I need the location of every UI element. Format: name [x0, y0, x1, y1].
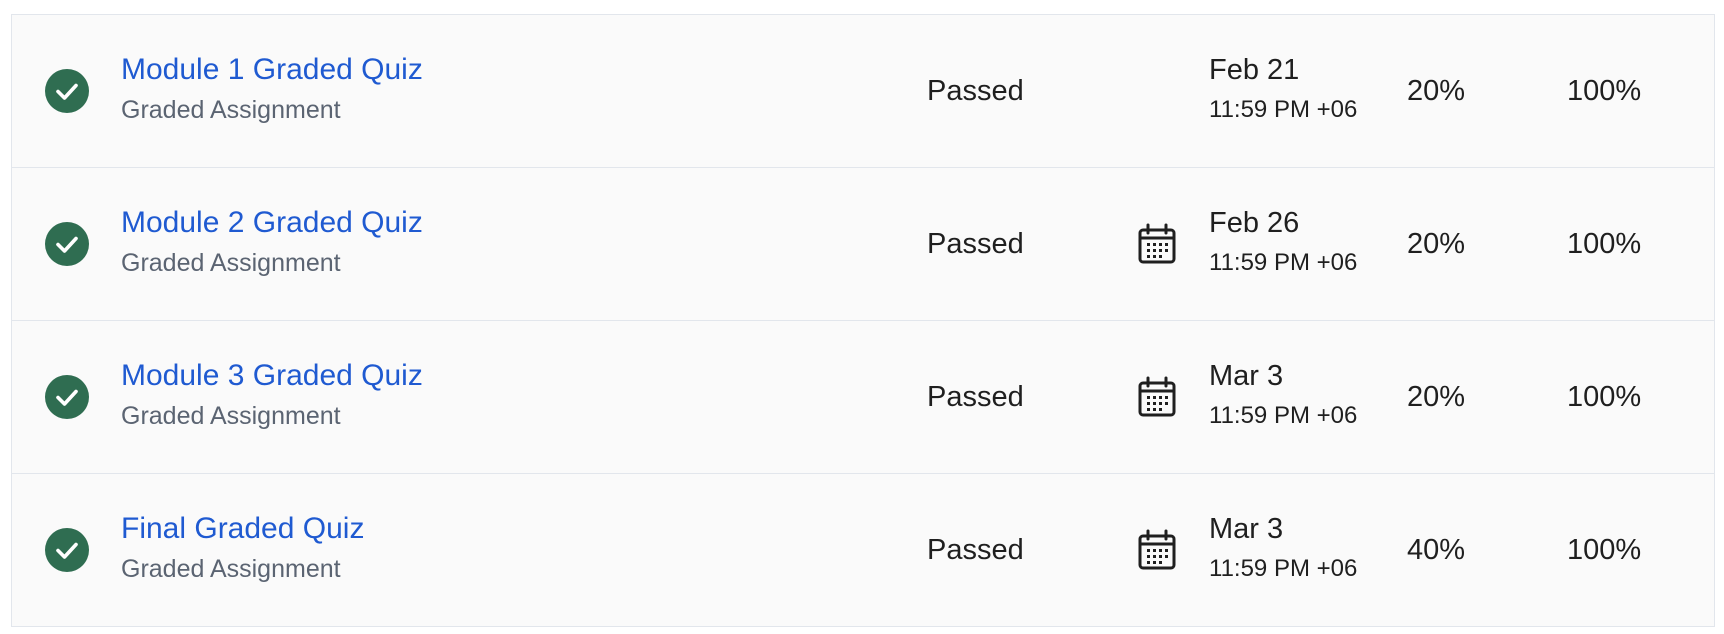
- status-label: Passed: [927, 228, 1024, 260]
- assignment-type-label: Graded Assignment: [121, 402, 341, 430]
- table-row: Final Graded Quiz Graded Assignment Pass…: [12, 474, 1714, 627]
- due-date: Mar 3: [1209, 360, 1284, 392]
- grade-value: 100%: [1567, 75, 1642, 107]
- weight-value: 20%: [1407, 381, 1466, 413]
- due-date-cell: Feb 26 11:59 PM +06: [1209, 204, 1357, 279]
- due-time: 11:59 PM +06: [1209, 249, 1358, 276]
- table-row: Module 1 Graded Quiz Graded Assignment P…: [12, 15, 1714, 168]
- weight-value: 40%: [1407, 534, 1466, 566]
- assignment-title-cell: Module 1 Graded Quiz Graded Assignment: [121, 51, 423, 126]
- weight-value: 20%: [1407, 228, 1466, 260]
- due-date-cell: Mar 3 11:59 PM +06: [1209, 357, 1357, 432]
- status-label: Passed: [927, 75, 1024, 107]
- assignment-title-link[interactable]: Module 2 Graded Quiz: [121, 204, 423, 242]
- assignment-type-label: Graded Assignment: [121, 96, 341, 124]
- assignment-title-link[interactable]: Module 3 Graded Quiz: [121, 357, 423, 395]
- assignment-title-cell: Final Graded Quiz Graded Assignment: [121, 510, 364, 585]
- due-time: 11:59 PM +06: [1209, 402, 1358, 429]
- assignment-title-cell: Module 2 Graded Quiz Graded Assignment: [121, 204, 423, 279]
- assignment-type-label: Graded Assignment: [121, 249, 341, 277]
- assignment-title-link[interactable]: Final Graded Quiz: [121, 510, 364, 548]
- weight-value: 20%: [1407, 75, 1466, 107]
- assignment-title-cell: Module 3 Graded Quiz Graded Assignment: [121, 357, 423, 432]
- grade-value: 100%: [1567, 534, 1642, 566]
- due-date: Feb 26: [1209, 207, 1300, 239]
- grade-value: 100%: [1567, 228, 1642, 260]
- grade-value: 100%: [1567, 381, 1642, 413]
- grades-table: Module 1 Graded Quiz Graded Assignment P…: [11, 14, 1715, 627]
- table-row: Module 2 Graded Quiz Graded Assignment P…: [12, 168, 1714, 321]
- table-row: Module 3 Graded Quiz Graded Assignment P…: [12, 321, 1714, 474]
- check-circle-icon: [45, 222, 89, 266]
- calendar-icon[interactable]: [1137, 529, 1177, 571]
- check-circle-icon: [45, 528, 89, 572]
- due-date: Feb 21: [1209, 54, 1300, 86]
- calendar-icon[interactable]: [1137, 223, 1177, 265]
- status-label: Passed: [927, 381, 1024, 413]
- status-label: Passed: [927, 534, 1024, 566]
- check-circle-icon: [45, 375, 89, 419]
- due-date-cell: Feb 21 11:59 PM +06: [1209, 51, 1357, 126]
- calendar-icon[interactable]: [1137, 376, 1177, 418]
- assignment-type-label: Graded Assignment: [121, 555, 341, 583]
- assignment-title-link[interactable]: Module 1 Graded Quiz: [121, 51, 423, 89]
- due-time: 11:59 PM +06: [1209, 555, 1358, 582]
- due-time: 11:59 PM +06: [1209, 96, 1358, 123]
- due-date-cell: Mar 3 11:59 PM +06: [1209, 510, 1357, 585]
- check-circle-icon: [45, 69, 89, 113]
- due-date: Mar 3: [1209, 513, 1284, 545]
